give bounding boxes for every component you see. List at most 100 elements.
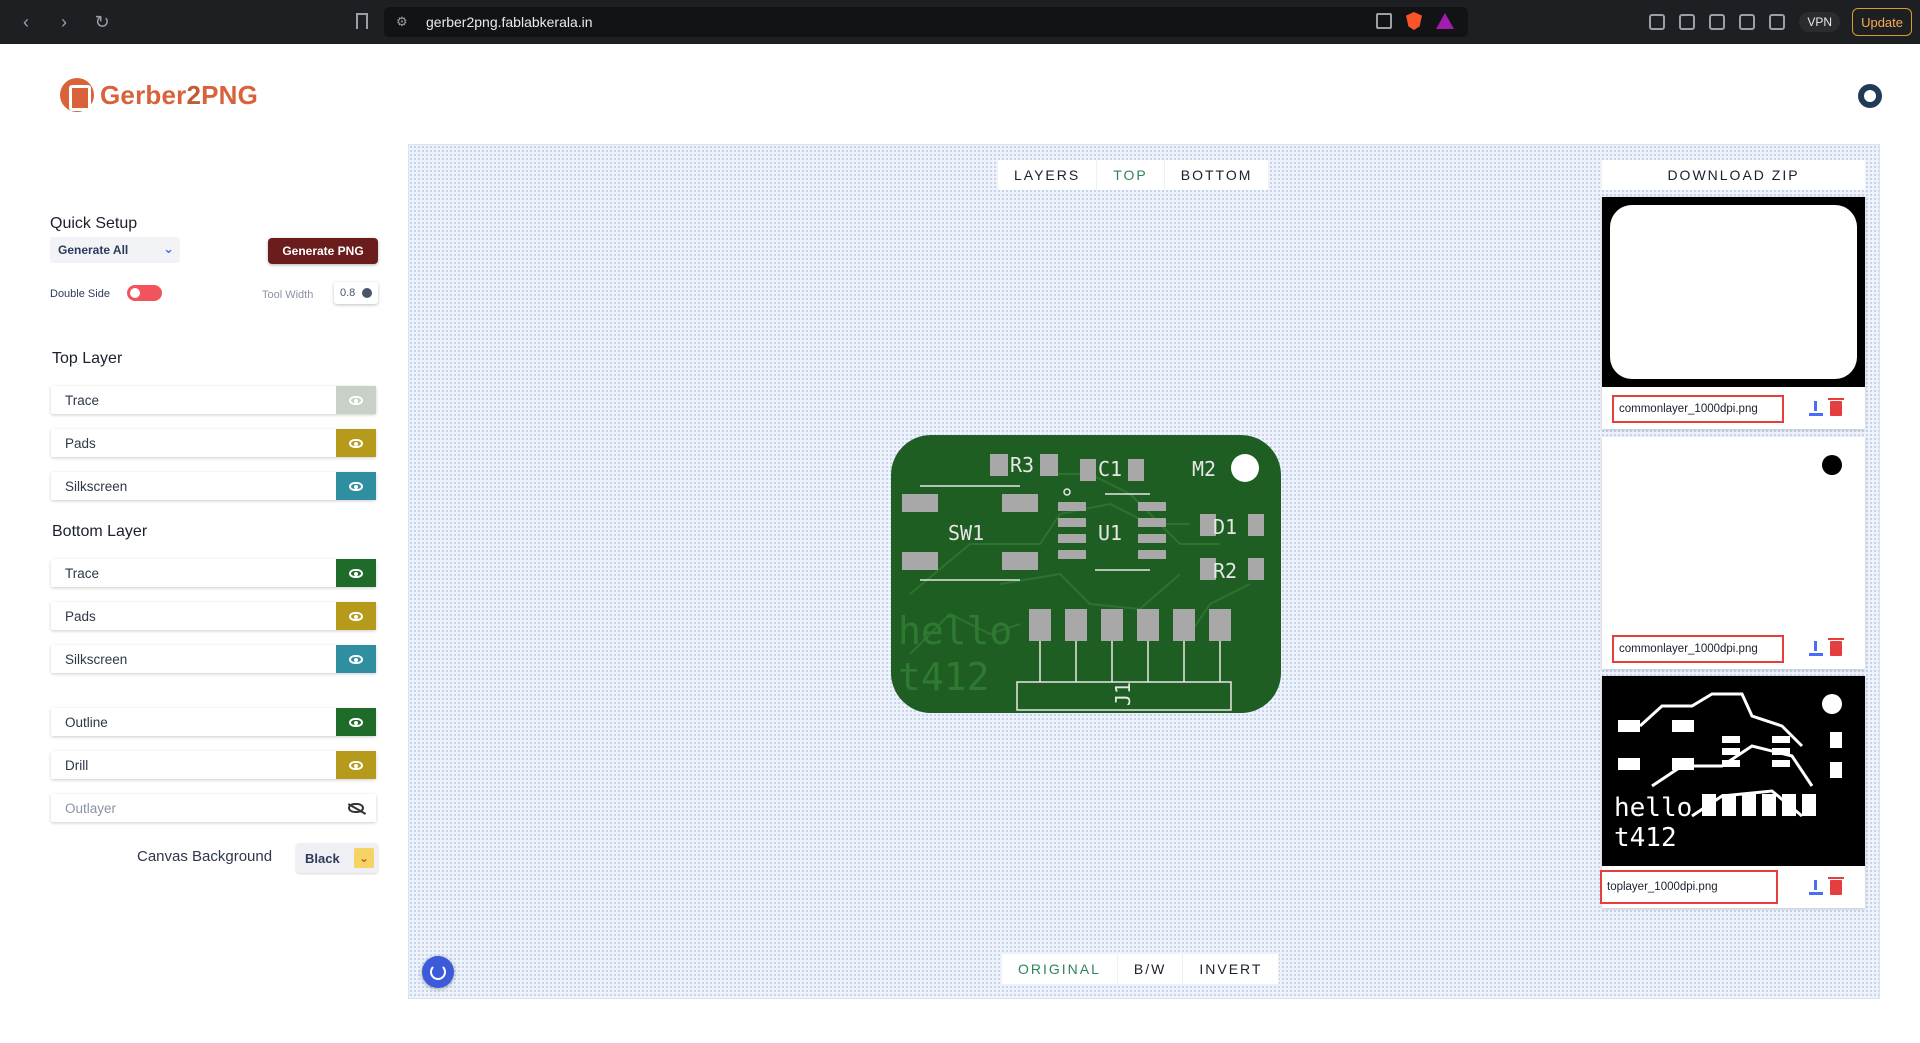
layer-label: Trace: [65, 392, 100, 408]
layer-label: Silkscreen: [65, 478, 128, 494]
canvas-background-label: Canvas Background: [137, 848, 273, 865]
tab-top[interactable]: TOP: [1097, 160, 1165, 190]
generate-png-button[interactable]: Generate PNG: [268, 238, 378, 264]
tool-width-value: 0.8: [340, 287, 356, 299]
result-thumbnail[interactable]: [1602, 197, 1865, 387]
back-icon[interactable]: ‹: [16, 12, 36, 33]
update-button[interactable]: Update: [1852, 8, 1912, 36]
eye-icon: [349, 717, 363, 727]
pcb-board-preview: R3 C1 M2 SW1 U1 D1 R2 J1 hello t412: [891, 435, 1281, 713]
eye-icon: [349, 481, 363, 491]
drill-row: Drill: [51, 751, 376, 779]
site-settings-icon[interactable]: ⚙: [396, 14, 416, 30]
download-zip-button[interactable]: DOWNLOAD ZIP: [1602, 160, 1865, 190]
double-chevron-down-icon: ⌄: [354, 848, 374, 868]
github-icon[interactable]: [1858, 84, 1882, 108]
share-icon[interactable]: [1376, 13, 1392, 29]
top-silkscreen-visibility-toggle[interactable]: [336, 472, 376, 500]
tool-width-select[interactable]: 0.8: [334, 282, 378, 304]
logo-text: Gerber2PNG: [100, 79, 259, 110]
url-text[interactable]: gerber2png.fablabkerala.in: [426, 14, 593, 30]
double-chevron-down-icon: ⌄: [163, 241, 174, 256]
extensions-icon[interactable]: [1649, 14, 1666, 30]
layer-label: Pads: [65, 435, 96, 451]
top-layer-title: Top Layer: [52, 350, 123, 367]
brave-rewards-icon[interactable]: [1436, 13, 1454, 29]
eye-icon: [349, 654, 363, 664]
silk-text-hello: hello: [898, 609, 1012, 653]
fablab-logo-icon: [60, 78, 94, 112]
eye-icon: [349, 611, 363, 621]
browser-nav: ‹ › ↻: [16, 12, 112, 33]
trash-icon[interactable]: [1828, 638, 1844, 656]
top-pads-row: Pads: [51, 429, 376, 457]
bottom-silkscreen-visibility-toggle[interactable]: [336, 645, 376, 673]
eye-icon: [349, 438, 363, 448]
wallet-icon[interactable]: [1739, 14, 1756, 30]
leo-ai-icon[interactable]: [1769, 14, 1786, 30]
preview-text-t412: t412: [1614, 823, 1677, 853]
drill-visibility-toggle[interactable]: [336, 751, 376, 779]
eye-icon: [349, 760, 363, 770]
eye-icon: [349, 395, 363, 405]
result-thumbnail[interactable]: hello t412: [1602, 676, 1865, 866]
outline-row: Outline: [51, 708, 376, 736]
download-icon[interactable]: [1809, 401, 1823, 417]
double-side-toggle[interactable]: [127, 285, 162, 301]
address-bar[interactable]: ⚙ gerber2png.fablabkerala.in: [384, 7, 1468, 37]
refresh-button[interactable]: [422, 956, 454, 988]
top-silkscreen-row: Silkscreen: [51, 472, 376, 500]
browser-toolbar: ‹ › ↻ ⚙ gerber2png.fablabkerala.in VPN U…: [0, 0, 1920, 44]
layer-label: Pads: [65, 608, 96, 624]
canvas-background-select[interactable]: Black ⌄: [296, 843, 378, 873]
label-m2: M2: [1192, 457, 1216, 481]
tab-layers[interactable]: LAYERS: [998, 160, 1098, 190]
forward-icon[interactable]: ›: [54, 12, 74, 33]
trash-icon[interactable]: [1828, 398, 1844, 416]
bottom-layer-title: Bottom Layer: [52, 523, 148, 540]
bottom-trace-visibility-toggle[interactable]: [336, 559, 376, 587]
label-c1: C1: [1098, 457, 1122, 481]
quick-setup-title: Quick Setup: [50, 215, 138, 232]
sidebar-icon[interactable]: [1709, 14, 1726, 30]
result-card: commonlayer_1000dpi.png: [1602, 197, 1865, 429]
tab-invert[interactable]: INVERT: [1183, 954, 1280, 984]
tab-original[interactable]: ORIGINAL: [1002, 954, 1118, 984]
vpn-button[interactable]: VPN: [1799, 12, 1840, 32]
brave-shields-icon[interactable]: [1406, 12, 1422, 30]
file-name: toplayer_1000dpi.png: [1600, 870, 1778, 904]
app-logo[interactable]: Gerber2PNG: [60, 78, 258, 112]
quick-setup-select[interactable]: Generate All ⌄: [50, 237, 180, 263]
bottom-silkscreen-row: Silkscreen: [51, 645, 376, 673]
result-card: hello t412 toplayer_1000dpi.png: [1600, 676, 1865, 908]
outlayer-visibility-toggle[interactable]: [336, 794, 376, 822]
bottom-pads-row: Pads: [51, 602, 376, 630]
silk-text-t412: t412: [898, 655, 990, 699]
file-name: commonlayer_1000dpi.png: [1612, 395, 1784, 423]
top-trace-visibility-toggle[interactable]: [336, 386, 376, 414]
top-trace-row: Trace: [51, 386, 376, 414]
label-r2: R2: [1213, 559, 1237, 583]
file-name: commonlayer_1000dpi.png: [1612, 635, 1784, 663]
top-pads-visibility-toggle[interactable]: [336, 429, 376, 457]
tab-bottom[interactable]: BOTTOM: [1164, 160, 1270, 190]
bookmark-icon[interactable]: [356, 13, 368, 29]
media-icon[interactable]: [1679, 14, 1696, 30]
dropdown-icon: [362, 288, 372, 298]
layer-label: Outlayer: [65, 800, 117, 816]
download-icon[interactable]: [1809, 880, 1823, 896]
eye-off-icon: [348, 803, 364, 813]
eye-icon: [349, 568, 363, 578]
label-j1: J1: [1111, 682, 1135, 706]
preview-text-hello: hello: [1614, 793, 1692, 823]
reload-icon[interactable]: ↻: [92, 12, 112, 33]
download-icon[interactable]: [1809, 641, 1823, 657]
mounting-hole: [1231, 454, 1259, 482]
tab-bw[interactable]: B/W: [1117, 954, 1184, 984]
bottom-pads-visibility-toggle[interactable]: [336, 602, 376, 630]
outline-visibility-toggle[interactable]: [336, 708, 376, 736]
outlayer-row: Outlayer: [51, 794, 376, 822]
trash-icon[interactable]: [1828, 877, 1844, 895]
label-sw1: SW1: [948, 521, 984, 545]
result-thumbnail[interactable]: [1602, 437, 1865, 627]
